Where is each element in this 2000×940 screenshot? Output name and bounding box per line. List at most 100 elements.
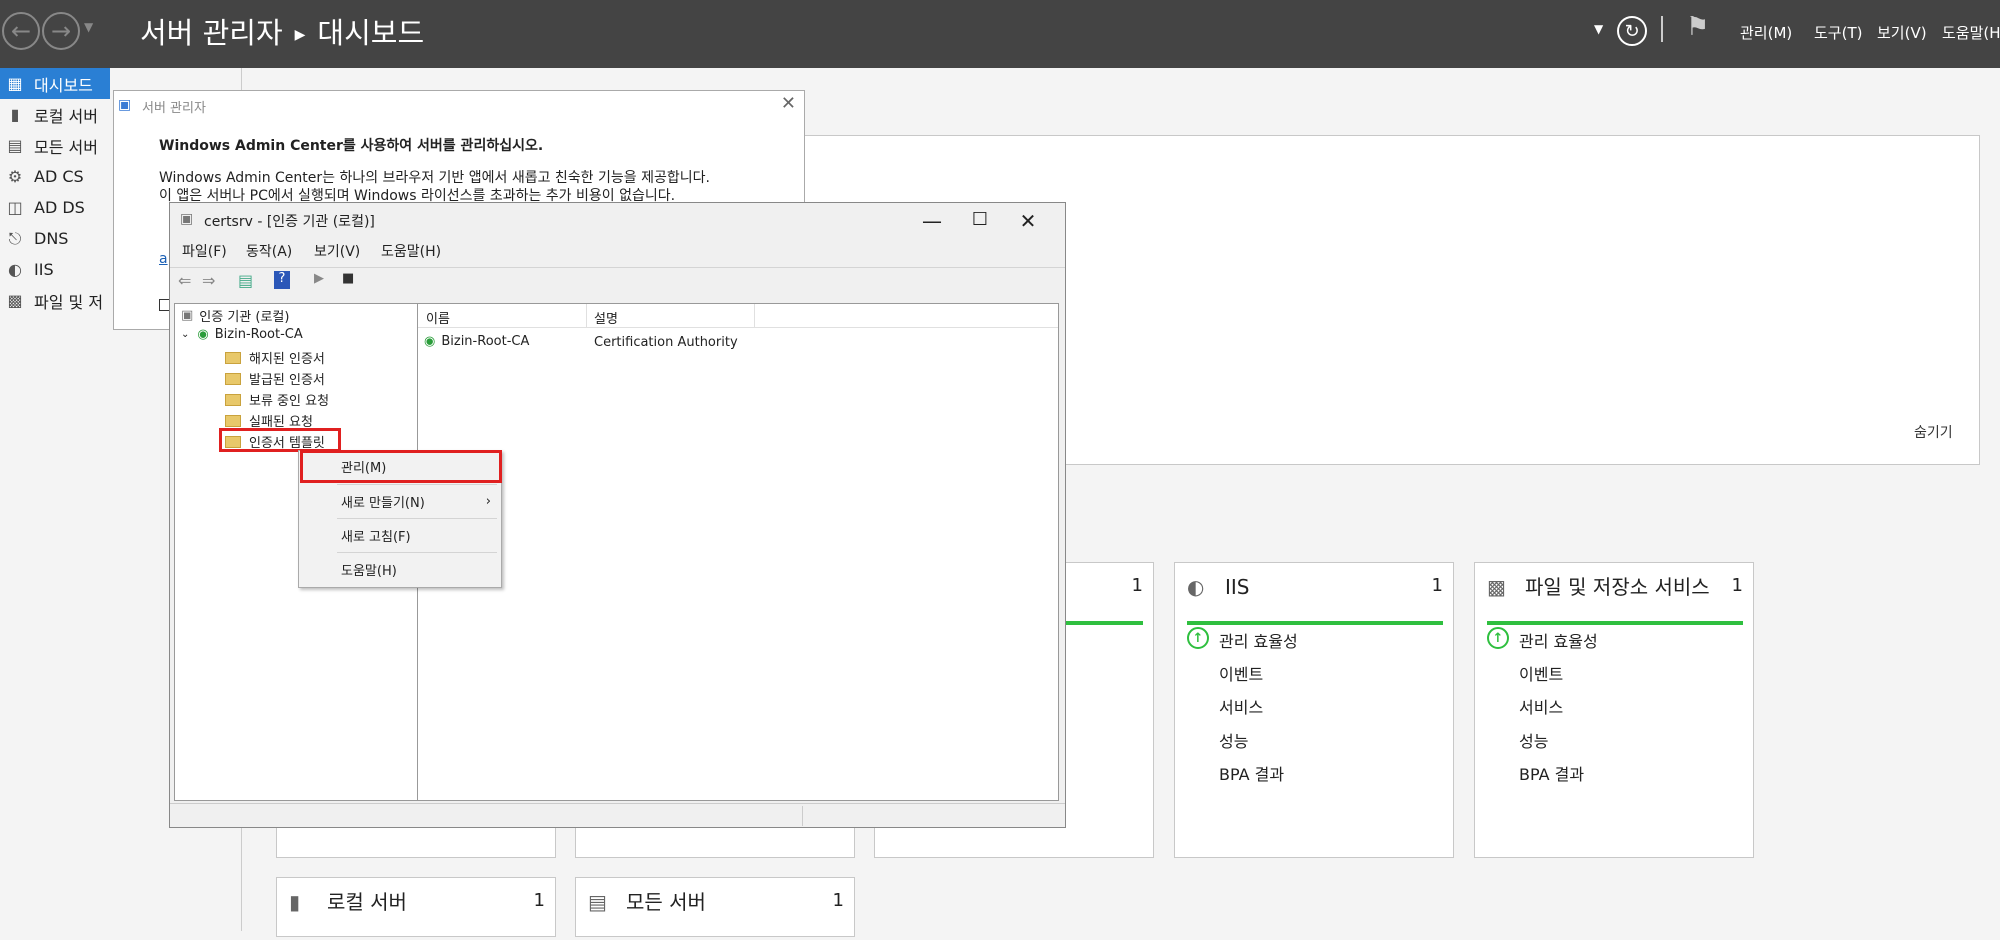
close-icon[interactable]: ✕ — [781, 93, 796, 114]
nav-item-dashboard[interactable]: ▦ 대시보드 — [0, 68, 110, 99]
dropdown-icon[interactable]: ▼ — [1594, 22, 1603, 36]
ca-running-icon: ◉ — [197, 327, 209, 342]
breadcrumb-separator-icon: ▶ — [294, 27, 306, 43]
server-manager-icon: ▣ — [118, 97, 132, 113]
list-header — [418, 304, 1058, 328]
tree-item-issued[interactable]: 발급된 인증서 — [225, 369, 325, 388]
list-row[interactable]: ◉ Bizin-Root-CA — [424, 334, 529, 349]
tile-count: 1 — [1731, 575, 1743, 596]
refresh-icon[interactable]: ↻ — [1617, 16, 1647, 46]
menu-view[interactable]: 보기(V) — [314, 241, 360, 261]
menu-file[interactable]: 파일(F) — [182, 241, 227, 261]
tree-label: Bizin-Root-CA — [214, 327, 303, 342]
tile-row-services[interactable]: 서비스 — [1519, 694, 1563, 718]
tile-header: ◐ IIS 1 — [1187, 575, 1443, 625]
tree-item-root[interactable]: ▣ 인증 기관 (로컬) — [181, 306, 289, 325]
title-bar: ← → ▼ 서버 관리자 ▶ 대시보드 ▼ ↻ ⚑ 관리(M) 도구(T) 보기(V… — [0, 0, 2000, 68]
folder-icon — [225, 414, 241, 427]
list-cell-desc: Certification Authority — [594, 335, 738, 350]
tree-label: 인증 기관 (로컬) — [199, 310, 290, 325]
tile-row-manageability[interactable]: 관리 효율성 — [1519, 628, 1598, 652]
column-divider[interactable] — [586, 304, 587, 328]
context-item-refresh[interactable]: 새로 고침(F) — [299, 520, 501, 550]
history-dropdown-icon[interactable]: ▼ — [84, 20, 93, 34]
iis-icon: ◐ — [8, 260, 22, 279]
nav-label: AD CS — [34, 167, 84, 186]
tile-row-performance[interactable]: 성능 — [1219, 728, 1248, 752]
tree-label: 보류 중인 요청 — [249, 394, 330, 409]
tile-row-bpa[interactable]: BPA 결과 — [1519, 761, 1584, 785]
context-item-label: 새로 만들기(N) — [341, 495, 425, 511]
stop-service-icon[interactable]: ■ — [342, 271, 354, 286]
chevron-down-icon[interactable]: ⌄ — [181, 329, 189, 340]
menu-separator — [337, 518, 497, 519]
nav-label: 대시보드 — [34, 75, 93, 95]
breadcrumb-page: 대시보드 — [317, 16, 425, 50]
status-bar — [170, 803, 1065, 827]
column-divider[interactable] — [754, 304, 755, 328]
file-storage-icon: ▩ — [1487, 575, 1506, 599]
maximize-icon[interactable]: ☐ — [960, 209, 1000, 235]
menu-help[interactable]: 도움말(H — [1942, 22, 2000, 43]
dashboard-icon: ▦ — [7, 74, 23, 93]
divider — [1661, 16, 1663, 42]
tile-row-performance[interactable]: 성능 — [1519, 728, 1548, 752]
tile-row-events[interactable]: 이벤트 — [1219, 661, 1263, 685]
tile-local-server[interactable]: ▮ 로컬 서버 1 — [276, 877, 556, 937]
servers-icon: ▤ — [7, 136, 23, 155]
folder-icon — [225, 372, 241, 385]
context-item-help[interactable]: 도움말(H) — [299, 554, 501, 584]
tile-row-events[interactable]: 이벤트 — [1519, 661, 1563, 685]
tile-name: IIS — [1225, 575, 1250, 599]
start-service-icon[interactable]: ▶ — [314, 271, 324, 286]
export-icon[interactable]: ▤ — [238, 271, 253, 290]
folder-icon — [225, 393, 241, 406]
forward-icon[interactable]: → — [42, 12, 80, 50]
status-divider — [802, 806, 803, 826]
forward-icon[interactable]: ⇒ — [202, 271, 215, 290]
tree-item-revoked[interactable]: 해지된 인증서 — [225, 348, 325, 367]
menu-help[interactable]: 도움말(H) — [381, 241, 441, 261]
column-header-name[interactable]: 이름 — [426, 308, 450, 327]
help-icon[interactable]: ? — [274, 271, 290, 289]
tile-name: 로컬 서버 — [327, 890, 407, 914]
back-icon[interactable]: ← — [2, 12, 40, 50]
menu-view[interactable]: 보기(V) — [1877, 22, 1927, 43]
tile-row-manageability[interactable]: 관리 효율성 — [1219, 628, 1298, 652]
tile-count: 1 — [832, 890, 844, 911]
tile-all-servers[interactable]: ▤ 모든 서버 1 — [575, 877, 855, 937]
minimize-icon[interactable]: — — [912, 209, 952, 235]
tile-count: 1 — [1131, 575, 1143, 596]
nav-label: 모든 서버 — [34, 137, 98, 157]
hide-welcome-link[interactable]: 숨기기 — [1914, 422, 1953, 442]
tree-item-ca[interactable]: ⌄ ◉ Bizin-Root-CA — [181, 327, 303, 342]
popup-link[interactable]: a — [159, 251, 168, 267]
tile-file-storage[interactable]: ▩ 파일 및 저장소 서비스 1 ↑ 관리 효율성 이벤트 서비스 성능 BPA… — [1474, 562, 1754, 858]
tile-iis[interactable]: ◐ IIS 1 ↑ 관리 효율성 이벤트 서비스 성능 BPA 결과 — [1174, 562, 1454, 858]
context-item-new[interactable]: 새로 만들기(N) › — [299, 486, 501, 516]
menu-tools[interactable]: 도구(T) — [1814, 22, 1862, 43]
popup-heading: Windows Admin Center를 사용하여 서버를 관리하십시오. — [159, 138, 544, 154]
nav-label: 로컬 서버 — [34, 106, 98, 126]
close-icon[interactable]: ✕ — [1008, 209, 1048, 235]
menu-separator — [337, 552, 497, 553]
tree-item-pending[interactable]: 보류 중인 요청 — [225, 390, 329, 409]
server-icon: ▮ — [289, 890, 301, 914]
breadcrumb-app: 서버 관리자 — [140, 16, 283, 50]
back-icon[interactable]: ⇐ — [178, 271, 191, 290]
tile-row-bpa[interactable]: BPA 결과 — [1219, 761, 1284, 785]
iis-icon: ◐ — [1187, 575, 1205, 599]
tile-header: ▤ 모든 서버 1 — [588, 890, 844, 940]
list-pane: 이름 설명 ◉ Bizin-Root-CA Certification Autho… — [417, 303, 1059, 801]
column-header-desc[interactable]: 설명 — [594, 308, 618, 327]
highlight-box-manage — [300, 450, 502, 483]
tree-label: 해지된 인증서 — [249, 352, 325, 367]
notification-flag-icon[interactable]: ⚑ — [1686, 12, 1709, 42]
nav-label: 파일 및 저 — [34, 292, 104, 312]
menu-manage[interactable]: 관리(M) — [1740, 22, 1792, 43]
nav-label: IIS — [34, 260, 54, 279]
menu-action[interactable]: 동작(A) — [246, 241, 292, 261]
tile-row-services[interactable]: 서비스 — [1219, 694, 1263, 718]
adcs-icon: ⚙ — [7, 167, 23, 186]
status-ok-icon: ↑ — [1187, 627, 1209, 649]
